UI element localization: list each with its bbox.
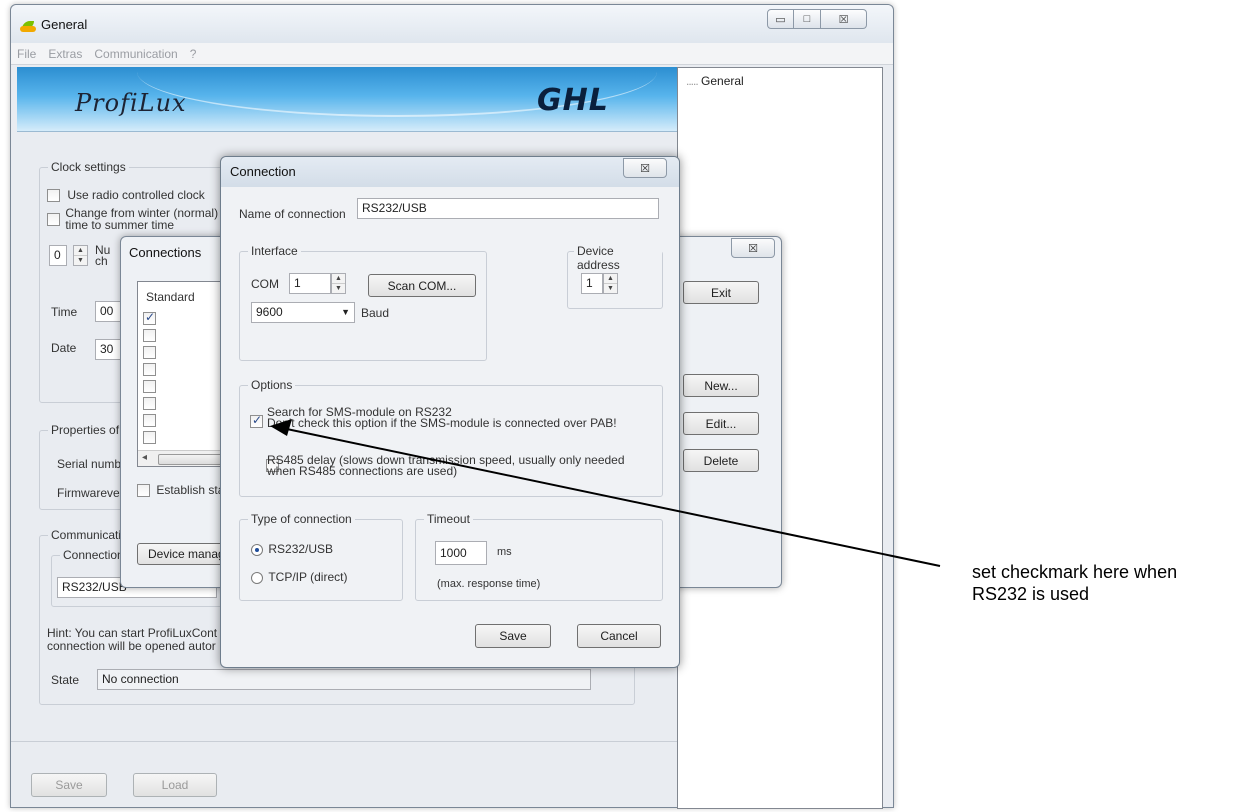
callout-text: set checkmark here when RS232 is used <box>972 562 1178 604</box>
annotation-arrow <box>270 419 941 567</box>
